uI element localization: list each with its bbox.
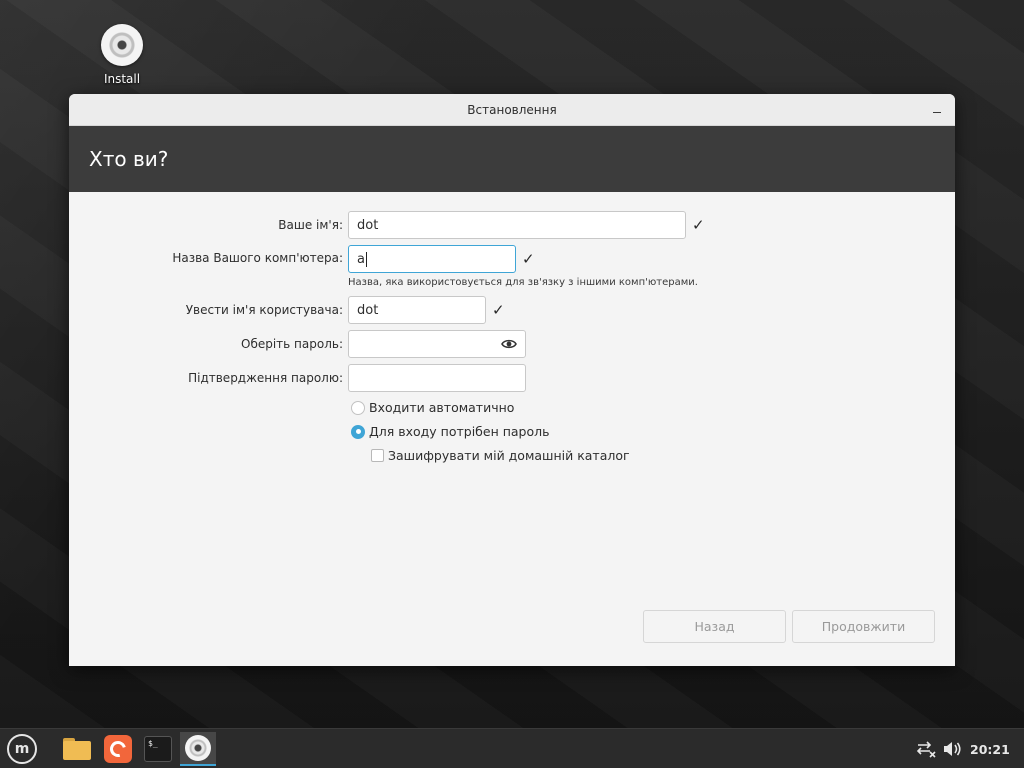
volume-icon[interactable] xyxy=(942,740,962,758)
checkbox-box xyxy=(371,449,384,462)
radio-login-password-label: Для входу потрібен пароль xyxy=(369,424,550,439)
name-input[interactable]: dot xyxy=(348,211,686,239)
page-title: Хто ви? xyxy=(89,147,169,171)
window-titlebar[interactable]: Встановлення xyxy=(69,94,955,126)
back-button[interactable]: Назад xyxy=(643,610,786,643)
clock[interactable]: 20:21 xyxy=(970,742,1010,757)
checkbox-encrypt-home[interactable]: Зашифрувати мій домашній каталог xyxy=(371,448,630,463)
radio-login-auto-label: Входити автоматично xyxy=(369,400,515,415)
password-label: Оберіть пароль: xyxy=(241,337,343,351)
computer-name-input[interactable]: a xyxy=(348,245,516,273)
system-tray: 20:21 xyxy=(916,729,1010,768)
terminal-launcher[interactable]: $_ xyxy=(140,732,176,766)
username-label: Увести ім'я користувача: xyxy=(185,303,343,317)
folder-icon xyxy=(63,738,91,760)
radio-login-auto[interactable]: Входити автоматично xyxy=(351,400,514,415)
user-form: Ваше ім'я: dot ✓ Назва Вашого комп'ютера… xyxy=(69,192,955,666)
installer-task[interactable] xyxy=(180,732,216,766)
continue-button[interactable]: Продовжити xyxy=(792,610,935,643)
radio-login-password[interactable]: Для входу потрібен пароль xyxy=(351,424,550,439)
username-value: dot xyxy=(357,302,379,318)
computer-hint: Назва, яка використовується для зв'язку … xyxy=(348,277,698,288)
firefox-icon xyxy=(104,735,132,763)
installer-window: Встановлення Хто ви? Ваше ім'я: dot ✓ На… xyxy=(69,94,955,666)
username-valid-icon: ✓ xyxy=(492,301,505,319)
terminal-icon: $_ xyxy=(144,736,172,762)
computer-valid-icon: ✓ xyxy=(522,250,535,268)
firefox-launcher[interactable] xyxy=(100,732,136,766)
page-header: Хто ви? xyxy=(69,126,955,192)
menu-button[interactable]: m xyxy=(4,732,40,766)
taskbar: m $_ 20:21 xyxy=(0,728,1024,768)
name-label: Ваше ім'я: xyxy=(278,218,343,232)
radio-circle xyxy=(351,400,365,415)
minimize-icon xyxy=(933,111,941,113)
network-disconnected-icon[interactable] xyxy=(916,740,936,758)
password-input[interactable] xyxy=(348,330,526,358)
text-caret xyxy=(365,251,367,267)
confirm-password-label: Підтвердження паролю: xyxy=(188,371,343,385)
desktop-icon-label: Install xyxy=(103,72,141,86)
username-input[interactable]: dot xyxy=(348,296,486,324)
computer-label: Назва Вашого комп'ютера: xyxy=(172,251,343,265)
radio-circle-selected xyxy=(351,424,365,439)
desktop-icon-install[interactable]: Install xyxy=(92,24,152,86)
confirm-password-input[interactable] xyxy=(348,364,526,392)
files-launcher[interactable] xyxy=(59,732,95,766)
computer-name-value: a xyxy=(357,251,365,267)
window-title: Встановлення xyxy=(467,102,557,117)
disc-icon xyxy=(101,24,143,66)
mint-logo-icon: m xyxy=(7,734,37,764)
name-value: dot xyxy=(357,217,379,233)
name-valid-icon: ✓ xyxy=(692,216,705,234)
disc-icon xyxy=(185,735,211,761)
checkbox-encrypt-home-label: Зашифрувати мій домашній каталог xyxy=(388,448,630,463)
minimize-button[interactable] xyxy=(927,100,947,120)
eye-icon[interactable] xyxy=(501,337,517,351)
